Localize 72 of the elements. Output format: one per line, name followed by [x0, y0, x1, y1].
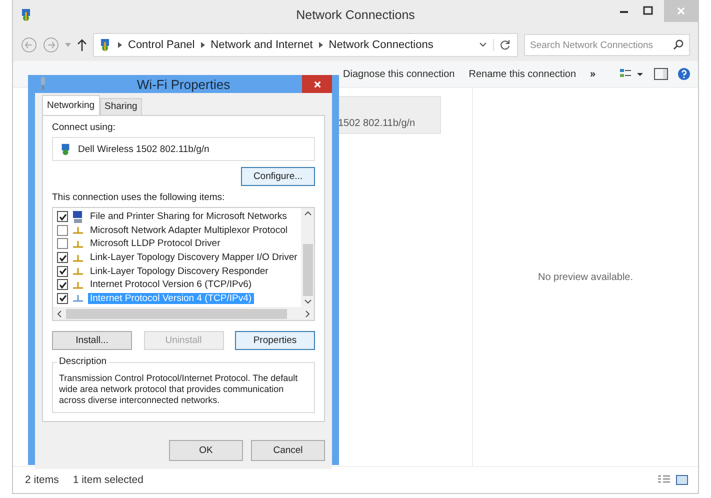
horizontal-scrollbar[interactable]	[53, 307, 314, 320]
search-icon	[673, 39, 684, 50]
protocol-icon	[72, 254, 84, 262]
protocol-icon	[72, 240, 84, 248]
chevron-icon	[118, 42, 122, 48]
item-action-button[interactable]: Properties	[235, 331, 315, 350]
maximize-icon	[643, 6, 653, 16]
close-icon	[312, 80, 322, 88]
close-icon	[676, 6, 686, 16]
vertical-scrollbar[interactable]	[301, 208, 314, 308]
description-heading: Description	[57, 356, 109, 368]
items-list[interactable]	[52, 207, 315, 322]
toolbar-command[interactable]: Rename this connection	[468, 68, 576, 80]
dialog-title: Wi-Fi Properties	[136, 76, 230, 92]
scroll-right-icon[interactable]	[305, 310, 310, 318]
status-text: 2 items	[25, 474, 59, 486]
details-view-icon[interactable]	[658, 475, 670, 485]
dialog-button[interactable]: OK	[169, 440, 243, 462]
toolbar-command[interactable]: Diagnose this connection	[343, 68, 455, 80]
checkbox[interactable]	[57, 211, 68, 222]
list-item[interactable]: Link-Layer Topology Discovery Mapper I/O Driver	[88, 252, 300, 264]
list-item[interactable]: Microsoft Network Adapter Multiplexor Protocol	[88, 224, 290, 236]
protocol-icon	[72, 267, 84, 276]
refresh-icon[interactable]	[493, 39, 511, 51]
items-label: This connection uses the following items:	[52, 192, 226, 203]
chevron-icon	[200, 42, 205, 48]
protocol-icon	[72, 294, 84, 302]
connect-using-label: Connect using:	[52, 122, 116, 133]
list-item[interactable]: File and Printer Sharing for Microsoft Networks	[88, 211, 289, 222]
tab[interactable]: Networking	[42, 95, 100, 115]
description-text: Transmission Control Protocol/Internet Protocol. The default wide area network protocol that provides communication across diverse interconnected networks.	[59, 373, 299, 406]
preview-pane-icon[interactable]	[654, 68, 668, 80]
list-item[interactable]: Internet Protocol Version 6 (TCP/IPv6)	[88, 279, 254, 290]
checkbox[interactable]	[57, 266, 68, 277]
preview-message: No preview available.	[538, 272, 634, 282]
checkbox[interactable]	[57, 224, 68, 236]
close-button[interactable]	[302, 75, 332, 93]
item-action-button[interactable]: Install...	[52, 331, 132, 350]
tab[interactable]: Sharing	[100, 98, 142, 115]
window-title: Network Connections	[296, 8, 415, 22]
scroll-left-icon[interactable]	[57, 310, 62, 318]
checkbox[interactable]	[57, 252, 68, 264]
breadcrumb[interactable]: Network Connections	[328, 39, 434, 51]
chevron-icon	[318, 42, 323, 48]
protocol-icon	[72, 280, 84, 289]
large-icons-view-icon[interactable]	[676, 475, 688, 485]
checkbox[interactable]	[57, 292, 68, 304]
breadcrumb[interactable]: Control Panel	[128, 39, 195, 51]
scroll-up-icon[interactable]	[304, 211, 312, 216]
breadcrumb[interactable]: Network and Internet	[210, 39, 313, 51]
status-text: 1 item selected	[72, 474, 144, 486]
list-item[interactable]: Microsoft LLDP Protocol Driver	[88, 238, 222, 250]
search-field[interactable]: Search Network Connections	[524, 34, 690, 56]
address-bar[interactable]: Control Panel Network and Internet Network Connections	[93, 33, 518, 57]
adapter-name: Dell Wireless 1502 802.11b/g/n	[78, 144, 210, 154]
network-icon	[19, 8, 33, 22]
network-adapter-icon	[59, 142, 72, 156]
help-icon[interactable]	[678, 68, 690, 80]
wifi-adapter-icon	[38, 77, 48, 91]
list-item[interactable]: Link-Layer Topology Discovery Responder	[88, 266, 270, 277]
checkbox[interactable]	[57, 238, 68, 250]
dialog-button[interactable]: Cancel	[251, 440, 325, 462]
up-arrow-icon[interactable]	[77, 39, 87, 51]
view-options-icon[interactable]	[620, 68, 644, 80]
configure-button[interactable]: Configure...	[241, 167, 315, 186]
network-icon	[98, 38, 112, 52]
computer-icon	[72, 210, 84, 223]
scroll-down-icon[interactable]	[304, 299, 312, 304]
protocol-icon	[72, 226, 84, 234]
more-commands-button[interactable]: »	[590, 68, 596, 80]
dropdown-icon[interactable]	[479, 42, 487, 48]
checkbox[interactable]	[57, 279, 68, 290]
